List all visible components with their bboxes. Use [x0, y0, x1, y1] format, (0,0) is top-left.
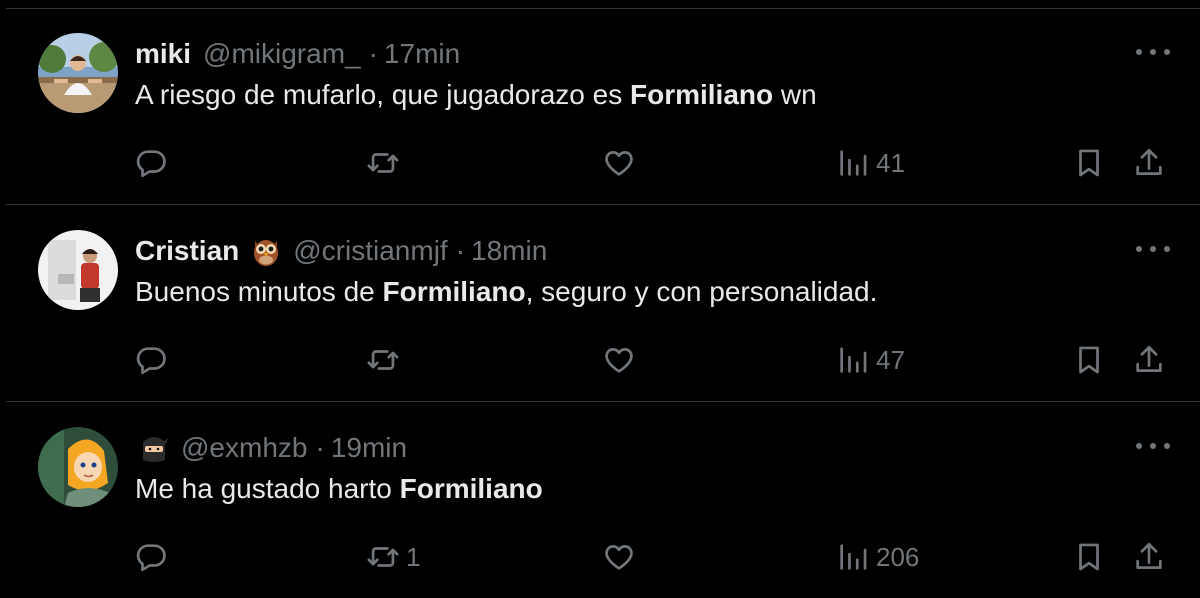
retweet-count: 1 — [406, 541, 421, 572]
ninja-emoji-icon — [139, 432, 169, 464]
tweet-text-bold: Formiliano — [629, 79, 774, 110]
bookmark-button[interactable] — [1072, 141, 1106, 185]
retweet-button[interactable] — [366, 338, 406, 382]
views-count: 41 — [876, 147, 905, 178]
reply-feed: miki @mikigram_ · 17min A riesgo de mufa… — [0, 0, 1200, 598]
share-icon — [1132, 343, 1166, 377]
heart-icon — [602, 540, 636, 574]
timestamp[interactable]: 17min — [384, 38, 460, 70]
owl-emoji-icon — [251, 235, 281, 267]
share-icon — [1132, 540, 1166, 574]
tweet-text: Buenos minutos de Formiliano, seguro y c… — [135, 276, 877, 308]
heart-icon — [602, 146, 636, 180]
views-count: 47 — [876, 344, 905, 375]
avatar[interactable] — [38, 230, 118, 310]
retweet-icon — [366, 540, 400, 574]
tweet[interactable]: @exmhzb · 19min Me ha gustado harto Form… — [6, 403, 1200, 598]
reply-icon — [134, 343, 168, 377]
share-button[interactable] — [1132, 535, 1166, 579]
tweet-header: @exmhzb · 19min — [135, 430, 407, 466]
reply-button[interactable] — [134, 338, 168, 382]
bookmark-icon — [1072, 343, 1106, 377]
user-handle[interactable]: @exmhzb — [181, 432, 307, 464]
tweet-text-part: Buenos minutos de — [135, 276, 383, 307]
retweet-button[interactable] — [366, 141, 406, 185]
separator: · — [368, 38, 378, 69]
tweet-text-bold: Formiliano — [382, 276, 526, 307]
user-handle[interactable]: @mikigram_ — [203, 38, 361, 70]
timestamp[interactable]: 18min — [471, 235, 547, 267]
share-button[interactable] — [1132, 338, 1166, 382]
reply-icon — [134, 540, 168, 574]
views-icon — [836, 540, 870, 574]
reply-button[interactable] — [134, 535, 168, 579]
retweet-icon — [366, 343, 400, 377]
tweet-actions: 1 206 — [6, 535, 1200, 579]
top-divider — [6, 0, 1200, 9]
views-button[interactable]: 47 — [836, 338, 905, 382]
reply-icon — [134, 146, 168, 180]
tweet-header: Cristian @cristianmjf · 18min — [135, 233, 547, 269]
avatar[interactable] — [38, 33, 118, 113]
tweet-text-bold: Formiliano — [399, 473, 543, 504]
bookmark-button[interactable] — [1072, 535, 1106, 579]
bookmark-button[interactable] — [1072, 338, 1106, 382]
more-icon[interactable] — [1136, 39, 1170, 65]
tweet-text-part: , seguro y con personalidad. — [525, 276, 878, 307]
tweet-actions: 41 — [6, 141, 1200, 185]
share-button[interactable] — [1132, 141, 1166, 185]
tweet-text: A riesgo de mufarlo, que jugadorazo es F… — [135, 79, 817, 111]
tweet[interactable]: Cristian @cristianmjf · 18min Buenos min… — [6, 206, 1200, 402]
retweet-icon — [366, 146, 400, 180]
tweet-text-part: wn — [773, 79, 817, 110]
separator: · — [315, 432, 325, 463]
views-button[interactable]: 41 — [836, 141, 905, 185]
tweet-text-part: A riesgo de mufarlo, que jugadorazo es — [135, 79, 630, 110]
tweet-header: miki @mikigram_ · 17min — [135, 36, 460, 72]
views-count: 206 — [876, 541, 920, 572]
like-button[interactable] — [602, 338, 636, 382]
views-icon — [836, 146, 870, 180]
tweet-text-part: Me ha gustado harto — [135, 473, 400, 504]
views-icon — [836, 343, 870, 377]
reply-button[interactable] — [134, 141, 168, 185]
display-name[interactable]: miki — [135, 38, 191, 70]
separator: · — [455, 235, 466, 266]
bookmark-icon — [1072, 540, 1106, 574]
bookmark-icon — [1072, 146, 1106, 180]
like-button[interactable] — [602, 535, 636, 579]
timestamp[interactable]: 19min — [331, 432, 407, 464]
avatar[interactable] — [38, 427, 118, 507]
more-icon[interactable] — [1136, 236, 1170, 262]
like-button[interactable] — [602, 141, 636, 185]
tweet-actions: 47 — [6, 338, 1200, 382]
display-name[interactable]: Cristian — [135, 235, 239, 267]
share-icon — [1132, 146, 1166, 180]
tweet[interactable]: miki @mikigram_ · 17min A riesgo de mufa… — [6, 9, 1200, 205]
views-button[interactable]: 206 — [836, 535, 919, 579]
heart-icon — [602, 343, 636, 377]
retweet-button[interactable]: 1 — [366, 535, 420, 579]
more-icon[interactable] — [1136, 433, 1170, 459]
tweet-text: Me ha gustado harto Formiliano — [135, 473, 543, 505]
user-handle[interactable]: @cristianmjf — [293, 235, 447, 267]
